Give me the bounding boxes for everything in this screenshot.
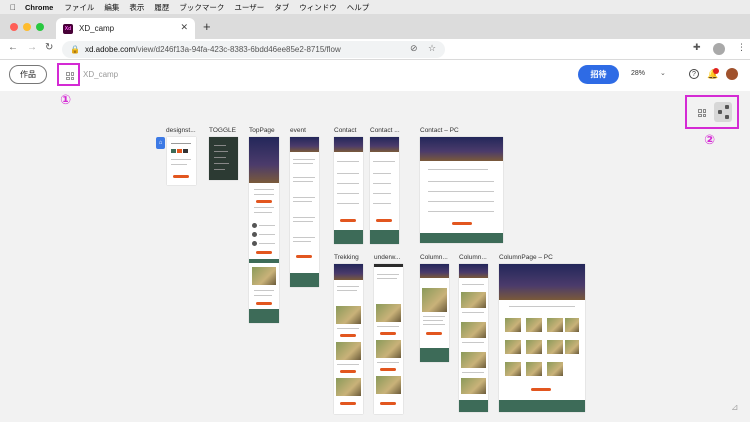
extensions-icon[interactable]: ✚	[693, 42, 701, 53]
invite-button[interactable]: 招待	[578, 65, 619, 84]
menu-tab[interactable]: タブ	[274, 2, 289, 13]
tab-strip: Xd XD_camp ✕ +	[0, 14, 750, 39]
artboard-contact-pc[interactable]	[420, 137, 503, 243]
artboard-event[interactable]	[290, 137, 319, 287]
notification-badge	[713, 68, 719, 74]
artboard-label[interactable]: TOGGLE	[209, 127, 236, 134]
url-host: xd.adobe.com	[84, 45, 136, 54]
artboard-toggle[interactable]	[209, 137, 238, 180]
menu-bar:  Chrome ファイル 編集 表示 履歴 ブックマーク ユーザー タブ ウィ…	[0, 0, 750, 14]
forward-icon[interactable]: →	[27, 42, 37, 53]
menu-history[interactable]: 履歴	[154, 2, 169, 13]
document-name: XD_camp	[83, 70, 119, 79]
artboard-label[interactable]: Contact	[334, 127, 356, 134]
tab-title: XD_camp	[79, 24, 115, 33]
artboard-contact-confirm[interactable]	[370, 137, 399, 244]
menu-view[interactable]: 表示	[129, 2, 144, 13]
artboard-label[interactable]: Trekking	[334, 254, 359, 261]
chevron-down-icon[interactable]: ⌄	[660, 69, 666, 77]
browser-toolbar: ← → ↻ 🔒 xd.adobe.com/view/d246f13a-94fa-…	[0, 39, 750, 60]
zoom-window-button[interactable]	[36, 23, 44, 31]
zoom-level[interactable]: 28%	[631, 70, 645, 77]
artboard-label[interactable]: Column...	[459, 254, 487, 261]
help-icon[interactable]: ?	[689, 69, 699, 79]
artboard-label[interactable]: designst...	[166, 127, 196, 134]
apple-icon[interactable]: 	[10, 3, 16, 12]
artboard-label[interactable]: event	[290, 127, 306, 134]
menu-file[interactable]: ファイル	[64, 2, 94, 13]
browser-menu-icon[interactable]: ⋮	[737, 42, 746, 53]
tab-close-icon[interactable]: ✕	[180, 22, 188, 33]
minimize-window-button[interactable]	[23, 23, 31, 31]
flow-view-icon[interactable]	[714, 102, 732, 122]
xd-favicon-icon: Xd	[63, 23, 73, 34]
new-tab-button[interactable]: +	[203, 19, 211, 34]
annotation-marker-2: ②	[704, 132, 716, 147]
artboard-underwater[interactable]	[374, 264, 403, 414]
artboard-contact[interactable]	[334, 137, 363, 244]
grid-view-icon[interactable]	[698, 109, 706, 117]
address-bar[interactable]: 🔒 xd.adobe.com/view/d246f13a-94fa-423c-8…	[62, 41, 445, 58]
menu-users[interactable]: ユーザー	[234, 2, 264, 13]
menu-app-name[interactable]: Chrome	[25, 3, 53, 12]
artboard-label[interactable]: Contact ...	[370, 127, 400, 134]
artboard-column-page[interactable]	[459, 264, 488, 412]
artboard-label[interactable]: Column...	[420, 254, 448, 261]
lock-icon[interactable]: 🔒	[70, 45, 80, 54]
tracking-off-icon[interactable]: ⊘	[410, 43, 418, 54]
grid-icon	[66, 72, 74, 80]
artboard-label[interactable]: TopPage	[249, 127, 275, 134]
url-path: /view/d246f13a-94fa-423c-8383-6bdd46ee85…	[135, 45, 341, 54]
menu-edit[interactable]: 編集	[104, 2, 119, 13]
artboard-toppage[interactable]	[249, 137, 279, 323]
grid-view-button[interactable]	[57, 63, 80, 86]
close-window-button[interactable]	[10, 23, 18, 31]
view-switcher	[685, 95, 739, 129]
back-icon[interactable]: ←	[8, 42, 18, 53]
user-avatar[interactable]	[726, 68, 738, 80]
artboard-label[interactable]: ColumnPage – PC	[499, 254, 553, 261]
flow-hint-icon: ⊿	[731, 402, 739, 412]
browser-tab[interactable]: Xd XD_camp ✕	[56, 18, 195, 39]
reload-icon[interactable]: ↻	[45, 42, 53, 53]
bookmark-star-icon[interactable]: ☆	[428, 43, 436, 54]
artboard-column-page-pc[interactable]	[499, 264, 585, 412]
home-artboard-icon[interactable]: ⌂	[156, 137, 165, 149]
menu-window[interactable]: ウィンドウ	[299, 2, 337, 13]
artboard-column-list[interactable]	[420, 264, 449, 362]
artboard-designsystem[interactable]	[167, 137, 196, 185]
artboard-label[interactable]: Contact – PC	[420, 127, 459, 134]
artboard-trekking[interactable]	[334, 264, 363, 414]
works-button[interactable]: 作品	[9, 65, 47, 84]
menu-help[interactable]: ヘルプ	[347, 2, 370, 13]
xd-app-bar: 作品 XD_camp 招待 28% ⌄ ? 🔔	[0, 60, 750, 91]
annotation-marker-1: ①	[60, 92, 72, 107]
menu-bookmarks[interactable]: ブックマーク	[179, 2, 224, 13]
artboard-label[interactable]: underw...	[374, 254, 400, 261]
profile-avatar[interactable]	[713, 43, 725, 55]
